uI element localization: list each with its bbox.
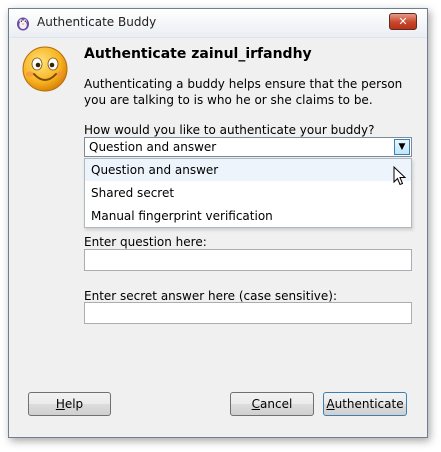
close-icon: ✕ <box>398 15 408 28</box>
help-button[interactable]: Help <box>28 392 111 416</box>
option-label: Manual fingerprint verification <box>91 209 273 223</box>
dialog-description: Authenticating a buddy helps ensure that… <box>84 77 403 107</box>
help-mnemonic: H <box>55 397 65 411</box>
cancel-label-rest: ancel <box>260 397 293 411</box>
authenticate-label-rest: uthenticate <box>334 397 404 411</box>
window-title: Authenticate Buddy <box>37 15 157 29</box>
method-label: How would you like to authenticate your … <box>84 123 375 137</box>
method-dropdown-list: Question and answer Shared secret Manual… <box>84 158 412 228</box>
question-input[interactable] <box>84 249 412 271</box>
pidgin-icon <box>17 17 29 31</box>
question-label: Enter question here: <box>84 235 207 249</box>
method-selected-value: Question and answer <box>89 140 217 154</box>
option-label: Question and answer <box>91 163 219 177</box>
authenticate-buddy-dialog: Authenticate Buddy ✕ Authenticate zainul… <box>8 8 428 438</box>
answer-label: Enter secret answer here (case sensitive… <box>84 289 337 303</box>
authenticate-mnemonic: A <box>326 397 335 411</box>
option-manual-fingerprint[interactable]: Manual fingerprint verification <box>85 205 411 227</box>
cancel-button[interactable]: Cancel <box>230 392 314 416</box>
cancel-mnemonic: C <box>251 397 261 411</box>
answer-input[interactable] <box>84 302 412 324</box>
chevron-down-icon[interactable]: ▼ <box>394 139 410 155</box>
method-combobox[interactable]: Question and answer ▼ <box>84 137 412 157</box>
help-label-rest: elp <box>64 397 84 411</box>
smiley-icon <box>22 46 68 92</box>
title-bar[interactable]: Authenticate Buddy ✕ <box>9 9 427 38</box>
option-label: Shared secret <box>91 186 175 200</box>
close-button[interactable]: ✕ <box>389 13 417 30</box>
mouse-pointer-icon <box>393 166 407 186</box>
option-question-and-answer[interactable]: Question and answer <box>85 159 411 181</box>
authenticate-button[interactable]: Authenticate <box>323 392 407 416</box>
option-shared-secret[interactable]: Shared secret <box>85 182 411 204</box>
dialog-heading: Authenticate zainul_irfandhy <box>84 46 312 62</box>
